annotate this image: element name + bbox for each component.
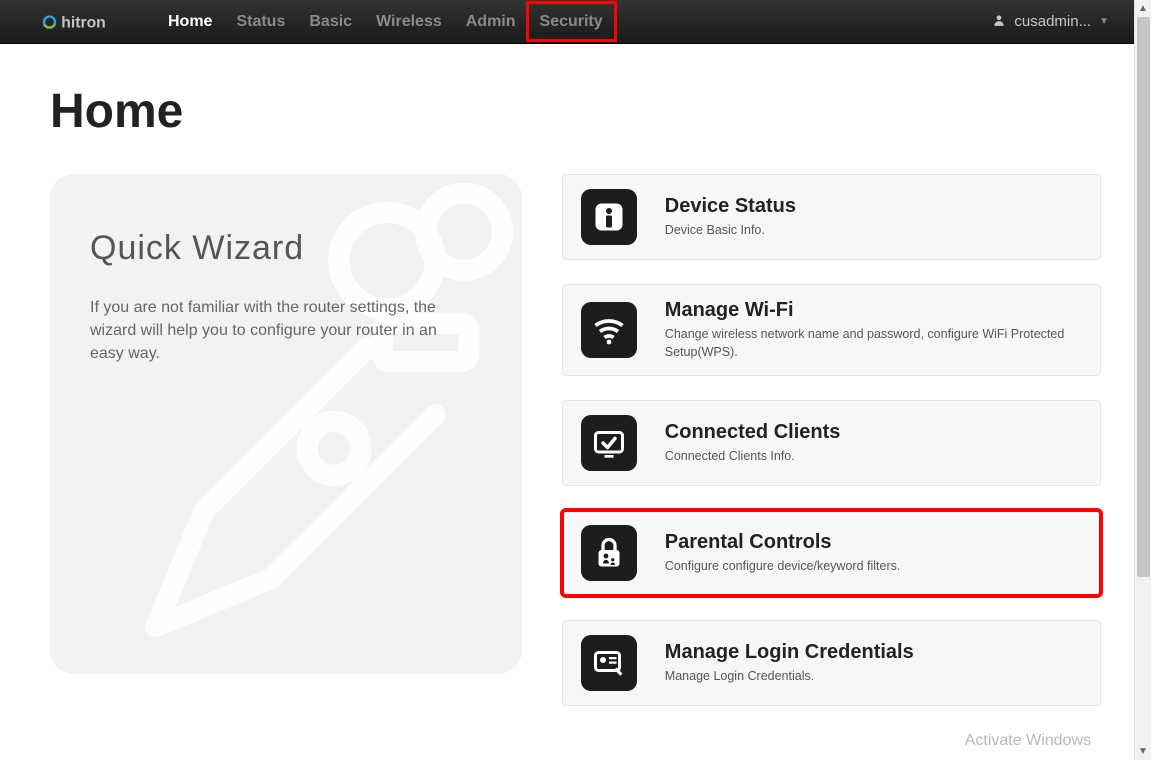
brand-logo[interactable]: hitron [40,0,136,43]
tile-title: Parental Controls [665,531,1082,554]
nav-item-security[interactable]: Security [528,0,615,43]
left-column: Quick Wizard If you are not familiar wit… [50,174,522,730]
tile-desc: Connected Clients Info. [665,448,1082,466]
nav-label: Wireless [376,13,442,31]
tile-desc: Manage Login Credentials. [665,668,1082,686]
windows-watermark: Activate Windows [965,732,1091,750]
nav-label: Admin [466,13,516,31]
nav-links: Home Status Basic Wireless Admin Securit… [156,0,615,43]
user-menu[interactable]: cusadmin... ▼ [992,13,1109,31]
nav-label: Security [540,13,603,31]
tile-desc: Configure configure device/keyword filte… [665,558,1082,576]
wizard-title: Quick Wizard [90,229,482,268]
tile-body: Parental Controls Configure configure de… [665,531,1082,576]
user-label: cusadmin... [1014,13,1091,30]
tile-body: Manage Wi-Fi Change wireless network nam… [665,299,1082,361]
user-icon [992,13,1006,31]
right-column: Device Status Device Basic Info. Manage … [562,174,1101,730]
nav-item-wireless[interactable]: Wireless [364,0,454,43]
tile-title: Device Status [665,195,1082,218]
tile-body: Manage Login Credentials Manage Login Cr… [665,641,1082,686]
svg-text:hitron: hitron [61,14,105,31]
nav-label: Status [236,13,285,31]
nav-label: Home [168,13,212,31]
tile-body: Connected Clients Connected Clients Info… [665,421,1082,466]
wifi-icon [581,302,637,358]
lock-parent-icon [581,525,637,581]
tile-device-status[interactable]: Device Status Device Basic Info. [562,174,1101,260]
vertical-scrollbar[interactable]: ▲ ▼ [1134,0,1151,760]
tile-desc: Change wireless network name and passwor… [665,326,1082,361]
credentials-icon [581,635,637,691]
tile-manage-wifi[interactable]: Manage Wi-Fi Change wireless network nam… [562,284,1101,376]
tile-connected-clients[interactable]: Connected Clients Connected Clients Info… [562,400,1101,486]
scroll-up-arrow-icon[interactable]: ▲ [1135,0,1151,17]
scroll-down-arrow-icon[interactable]: ▼ [1135,743,1151,760]
nav-item-admin[interactable]: Admin [454,0,528,43]
tile-title: Manage Wi-Fi [665,299,1082,322]
top-navbar: hitron Home Status Basic Wireless Admin … [0,0,1151,44]
tile-desc: Device Basic Info. [665,222,1082,240]
tile-body: Device Status Device Basic Info. [665,195,1082,240]
wizard-description: If you are not familiar with the router … [90,296,470,366]
page-content: Home Quick Wizard If you are not familia… [0,44,1151,730]
tile-parental-controls[interactable]: Parental Controls Configure configure de… [562,510,1101,596]
columns: Quick Wizard If you are not familiar wit… [50,174,1101,730]
tile-title: Manage Login Credentials [665,641,1082,664]
nav-item-status[interactable]: Status [224,0,297,43]
clients-icon [581,415,637,471]
nav-item-home[interactable]: Home [156,0,224,43]
tile-login-credentials[interactable]: Manage Login Credentials Manage Login Cr… [562,620,1101,706]
chevron-down-icon: ▼ [1099,16,1109,27]
quick-wizard-card[interactable]: Quick Wizard If you are not familiar wit… [50,174,522,674]
nav-item-basic[interactable]: Basic [297,0,364,43]
nav-label: Basic [309,13,352,31]
page-title: Home [50,84,1101,139]
info-icon [581,189,637,245]
scroll-thumb[interactable] [1137,17,1150,577]
tile-title: Connected Clients [665,421,1082,444]
